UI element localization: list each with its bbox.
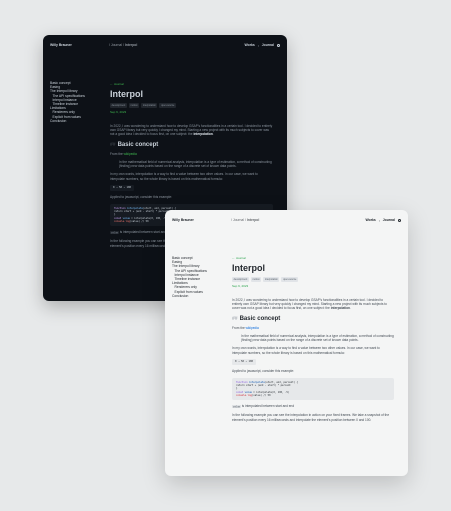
breadcrumb-link-journal[interactable]: / Journal / (109, 43, 124, 47)
site-brand[interactable]: Willy Brauner (50, 43, 72, 47)
publish-date: Sep 9, 2023 (110, 110, 127, 115)
tag[interactable]: open-source (281, 277, 298, 283)
code-token: (value) // 50 (129, 219, 149, 223)
intro-strong: interpolation (330, 306, 351, 311)
header: Willy Brauner / Journal / Interpol Works… (165, 210, 408, 230)
paragraph: Applied to javascript, consider this exa… (110, 195, 173, 200)
table-of-contents: Basic concept Easing The Interpol librar… (172, 256, 216, 298)
code-token: console.log (114, 219, 130, 223)
intro-paragraph: In 2022, I was wondering to understand h… (110, 123, 273, 137)
header: Willy Brauner / Journal / Interpol Works… (43, 35, 287, 55)
anchor-hash-icon[interactable]: ## (110, 141, 116, 149)
main-nav: Works, Journal (365, 218, 401, 222)
publish-date: Sep 9, 2023 (232, 284, 249, 289)
paragraph: In my own words, interpolation is a way … (110, 172, 258, 181)
back-link[interactable]: ← Journal (110, 82, 273, 86)
breadcrumb: / Journal / Interpol (109, 43, 137, 47)
light-theme-window: Willy Brauner / Journal / Interpol Works… (165, 210, 408, 476)
nav-works[interactable]: Works (244, 43, 254, 47)
source-prefix: From the (232, 325, 245, 330)
tag[interactable]: interpolation (141, 103, 158, 109)
paragraph: Applied to javascript, consider this exa… (232, 369, 295, 374)
source-line: From the wikipedia (232, 326, 394, 330)
anchor-hash-icon[interactable]: ## (232, 315, 238, 323)
paragraph: In my own words, interpolation is a way … (232, 346, 380, 355)
breadcrumb-current: Interpol (246, 218, 260, 222)
inline-code: value (232, 404, 241, 409)
code-token: (value) // 50 (251, 393, 271, 397)
page-title: Interpol (110, 89, 143, 100)
table-of-contents: Basic concept Easing The Interpol librar… (50, 81, 94, 123)
formula: 0 → 50 → 100 (232, 359, 257, 366)
page-title: Interpol (232, 263, 265, 274)
site-brand[interactable]: Willy Brauner (172, 218, 194, 222)
blockquote: In the mathematical field of numerical a… (241, 333, 394, 343)
toc-item[interactable]: Conclusion (50, 119, 94, 123)
article: ← Journal Interpol development motion in… (232, 256, 394, 426)
section-heading-text: Basic concept (117, 141, 159, 148)
code-token: return start + (end - start) * percent (236, 383, 291, 387)
wikipedia-link[interactable]: wikipedia (246, 326, 259, 330)
toc-item[interactable]: Conclusion (172, 294, 216, 298)
tag-list: development motion interpolation open-so… (110, 103, 273, 109)
nav-works[interactable]: Works (365, 218, 375, 222)
code-block: function interpolate(start, end, percent… (232, 377, 394, 401)
paragraph-text: is interpolated between start and end (241, 404, 295, 409)
code-token: console.log (236, 393, 252, 397)
code-token: return start + (end - start) * percent (114, 209, 169, 213)
inline-code: value (110, 230, 119, 235)
formula: 0 → 50 → 100 (110, 185, 135, 192)
section-heading-text: Basic concept (239, 315, 281, 322)
back-link[interactable]: ← Journal (232, 256, 394, 260)
intro-text: In 2022, I was wondering to understand h… (232, 297, 387, 311)
tag[interactable]: development (232, 277, 249, 283)
tag[interactable]: interpolation (263, 277, 280, 283)
tag[interactable]: motion (250, 277, 262, 283)
source-line: From the wikipedia (110, 152, 273, 156)
theme-toggle-icon[interactable] (277, 43, 280, 47)
nav-journal[interactable]: Journal (262, 43, 274, 47)
paragraph: value is interpolated between start and … (232, 404, 394, 409)
theme-toggle-icon[interactable] (398, 218, 401, 222)
tag[interactable]: development (110, 103, 127, 109)
intro-strong: interpolation (193, 132, 213, 137)
section-heading: ## Basic concept (232, 315, 394, 323)
intro-text: In 2022, I was wondering to understand h… (110, 123, 273, 137)
tag[interactable]: open-source (159, 103, 176, 109)
main-nav: Works, Journal (244, 43, 280, 47)
section-heading: ## Basic concept (110, 141, 273, 149)
paragraph: In the following example you can see the… (232, 413, 390, 422)
breadcrumb: / Journal / Interpol (231, 218, 259, 222)
tag-list: development motion interpolation open-so… (232, 277, 394, 283)
breadcrumb-link-journal[interactable]: / Journal / (231, 218, 246, 222)
blockquote: In the mathematical field of numerical a… (119, 159, 272, 169)
wikipedia-link[interactable]: wikipedia (124, 152, 137, 156)
tag[interactable]: motion (128, 103, 140, 109)
source-prefix: From the (110, 151, 123, 156)
intro-paragraph: In 2022, I was wondering to understand h… (232, 297, 387, 311)
nav-journal[interactable]: Journal (383, 218, 395, 222)
breadcrumb-current: Interpol (124, 43, 138, 47)
